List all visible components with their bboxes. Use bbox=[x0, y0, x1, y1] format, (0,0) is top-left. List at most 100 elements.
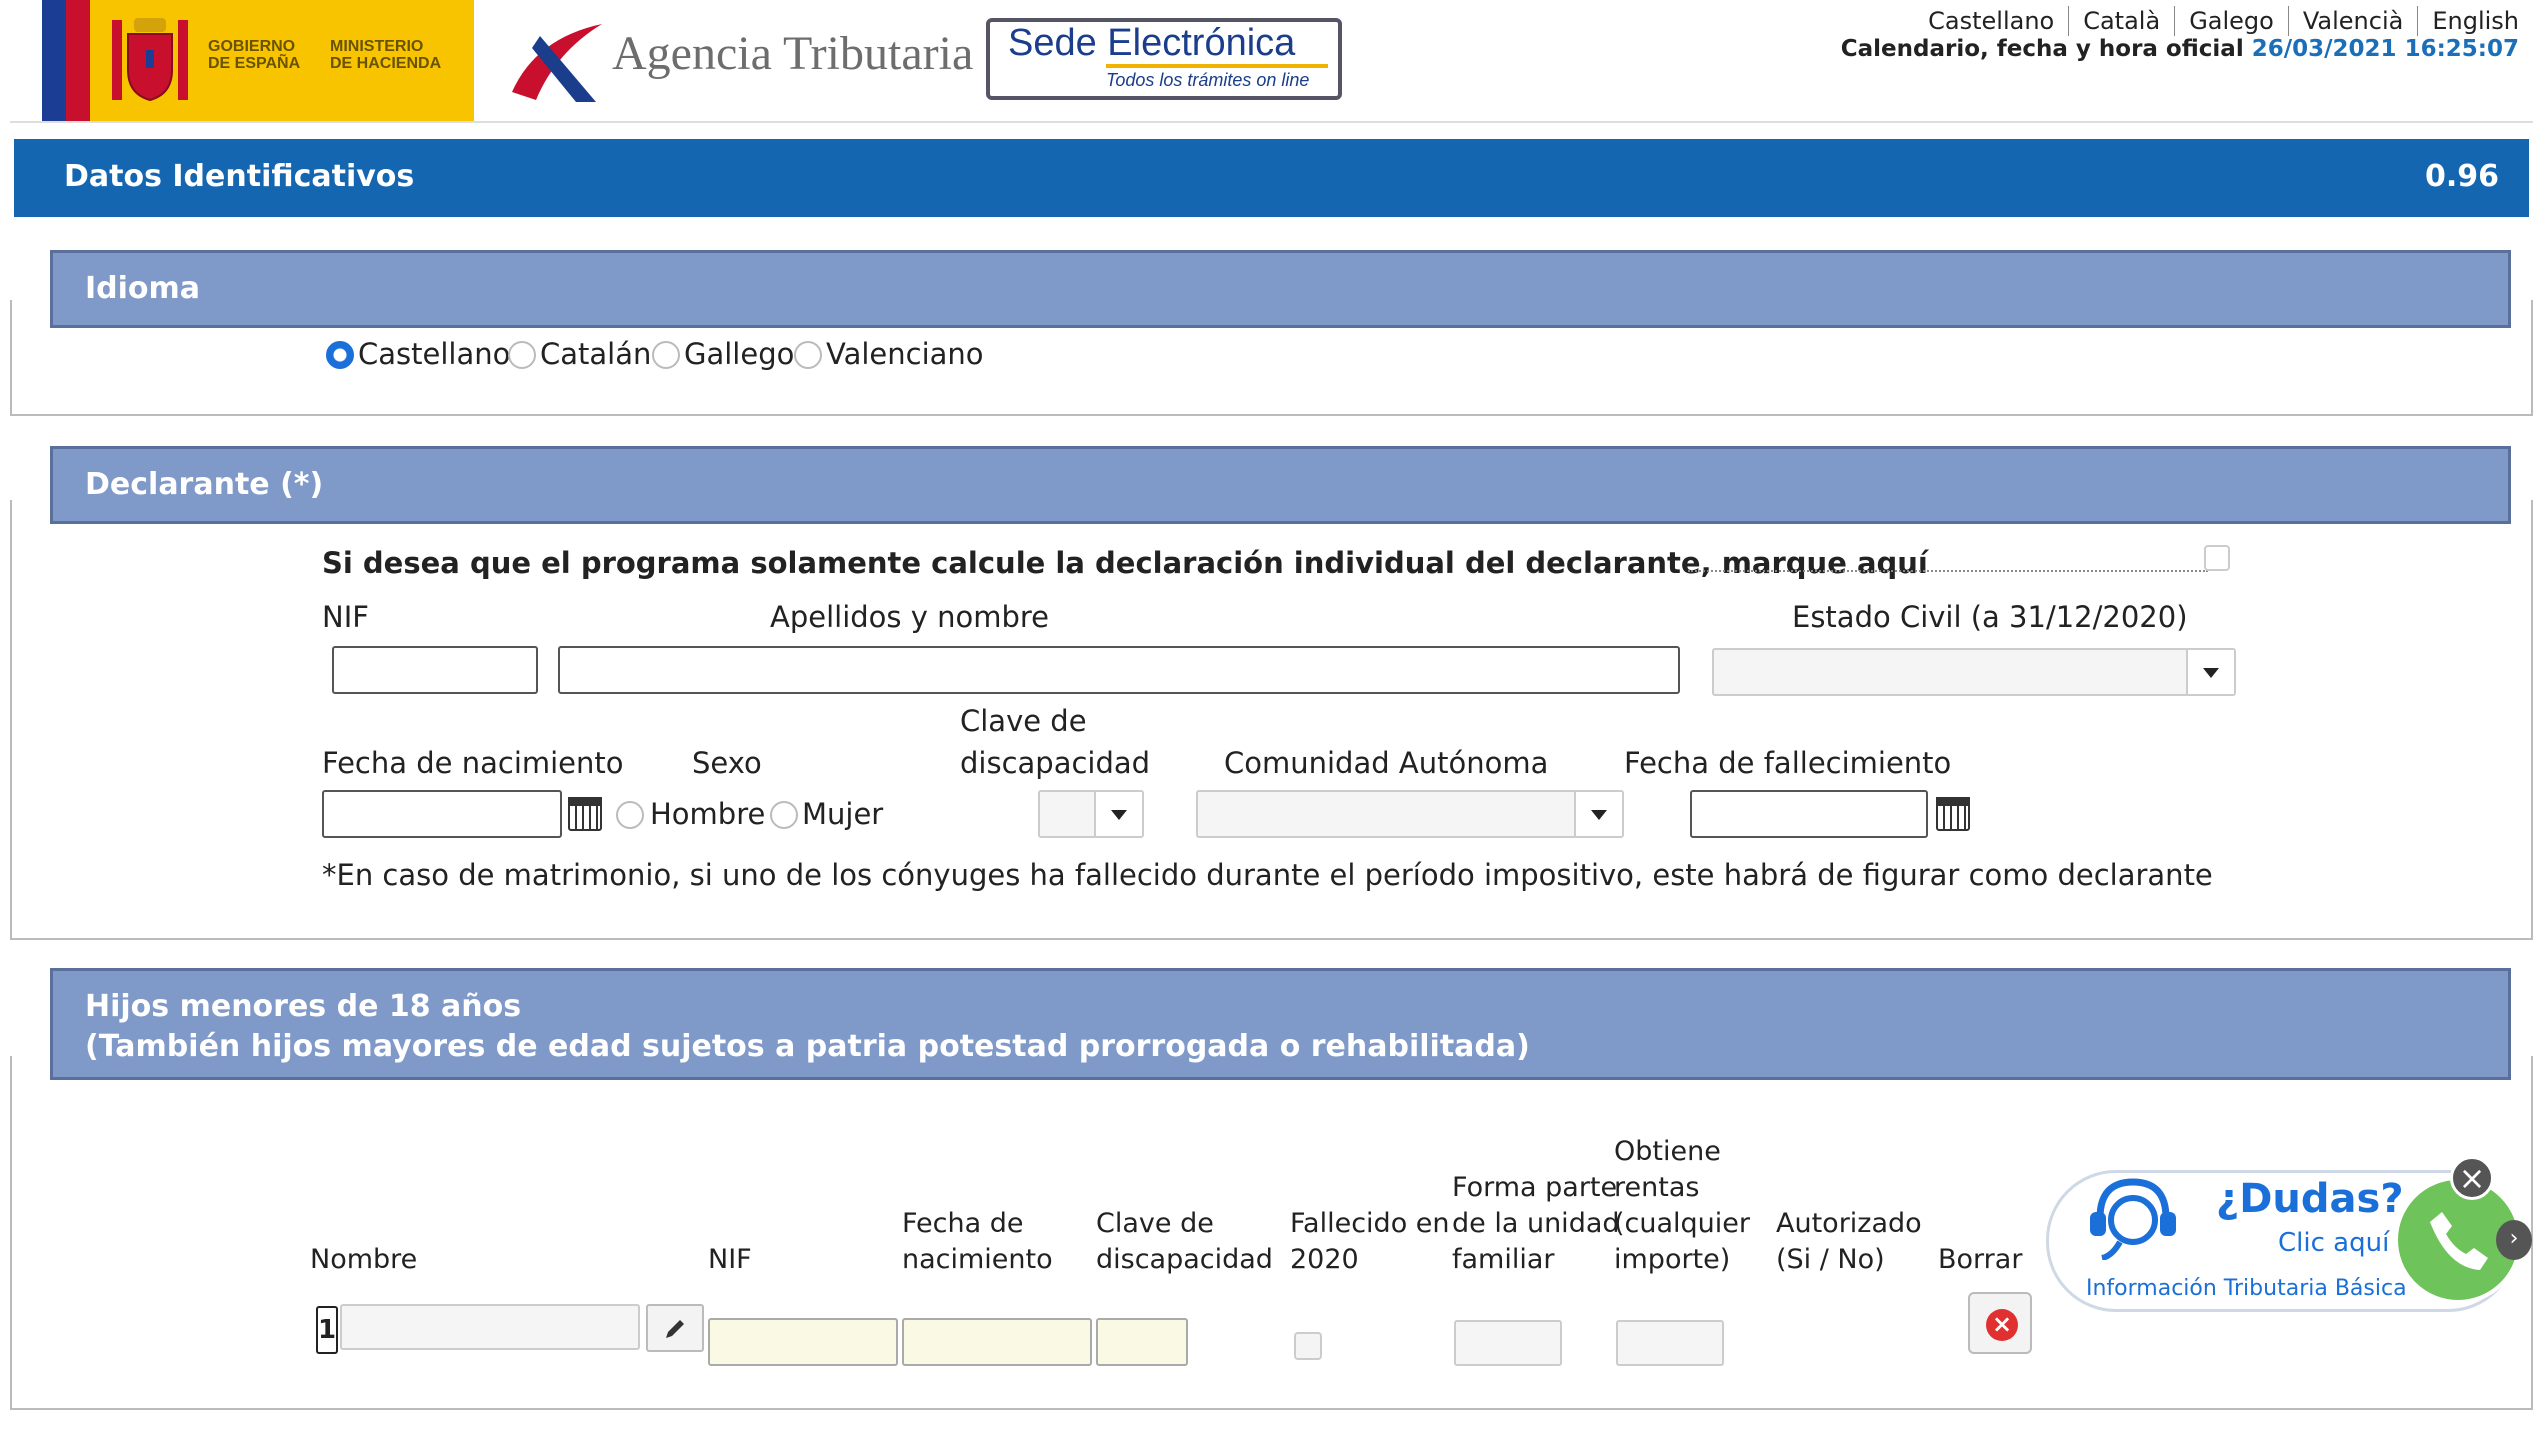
clave-discapacidad-select[interactable] bbox=[1038, 790, 1144, 838]
col-autorizado-1: Autorizado bbox=[1776, 1208, 1922, 1239]
label-mujer: Mujer bbox=[802, 797, 884, 831]
chevron-down-icon[interactable] bbox=[1094, 792, 1142, 836]
lang-english[interactable]: English bbox=[2417, 6, 2519, 36]
col-obtiene-4: importe) bbox=[1614, 1244, 1731, 1275]
estado-civil-select[interactable] bbox=[1712, 648, 2236, 696]
min-line1: MINISTERIO bbox=[330, 38, 424, 55]
gov-line1: GOBIERNO bbox=[208, 38, 296, 55]
hijo-fallecido-checkbox[interactable] bbox=[1294, 1332, 1322, 1360]
col-nombre: Nombre bbox=[310, 1244, 418, 1275]
clave-disc-label-1: Clave de bbox=[960, 704, 1087, 738]
radio-valenciano[interactable] bbox=[794, 341, 822, 369]
estado-civil-label: Estado Civil (a 31/12/2020) bbox=[1792, 600, 2188, 634]
comunidad-label: Comunidad Autónoma bbox=[1224, 746, 1549, 780]
declarante-header: Declarante (*) bbox=[50, 446, 2511, 524]
ministry-text: MINISTERIO DE HACIENDA bbox=[330, 38, 441, 72]
main-title-bar: Datos Identificativos 0.96 bbox=[14, 139, 2529, 217]
dotted-leader bbox=[1688, 570, 2208, 572]
col-forma-1: Forma parte bbox=[1452, 1172, 1618, 1203]
agency-name[interactable]: Agencia Tributaria bbox=[612, 26, 973, 81]
hijos-title-1: Hijos menores de 18 años bbox=[85, 989, 522, 1024]
matrimonio-note: *En caso de matrimonio, si uno de los có… bbox=[322, 858, 2213, 892]
calendar-icon[interactable] bbox=[568, 797, 602, 831]
hijo-clave-input[interactable] bbox=[1096, 1318, 1188, 1366]
col-autorizado-2: (Si / No) bbox=[1776, 1244, 1885, 1275]
radio-hombre[interactable] bbox=[616, 801, 644, 829]
label-catalan: Catalán bbox=[540, 337, 652, 371]
calendar-link[interactable]: Calendario, fecha y hora oficial bbox=[1841, 36, 2244, 62]
nif-input[interactable] bbox=[332, 646, 538, 694]
radio-castellano[interactable] bbox=[326, 341, 354, 369]
language-menu: Castellano Català Galego Valencià Englis… bbox=[1914, 6, 2519, 36]
hijos-title-2: (También hijos mayores de edad sujetos a… bbox=[85, 1029, 1530, 1064]
comunidad-select[interactable] bbox=[1196, 790, 1624, 838]
hijo-nif-input[interactable] bbox=[708, 1318, 898, 1366]
nombre-label: Apellidos y nombre bbox=[770, 600, 1050, 634]
agencia-tributaria-logo-icon[interactable] bbox=[506, 18, 606, 104]
chevron-down-icon[interactable] bbox=[1574, 792, 1622, 836]
idioma-title: Idioma bbox=[85, 271, 201, 306]
hijo-forma-parte-input[interactable] bbox=[1454, 1320, 1562, 1366]
radio-mujer[interactable] bbox=[770, 801, 798, 829]
label-gallego: Gallego bbox=[684, 337, 795, 371]
fecha-nacimiento-input[interactable] bbox=[322, 790, 562, 838]
clave-disc-label-2: discapacidad bbox=[960, 746, 1151, 780]
gov-line2: DE ESPAÑA bbox=[208, 55, 301, 72]
row-number: 1 bbox=[316, 1306, 338, 1354]
sexo-label: Sexo bbox=[692, 746, 762, 780]
col-obtiene-2: rentas bbox=[1614, 1172, 1700, 1203]
radio-gallego[interactable] bbox=[652, 341, 680, 369]
hijo-nombre-input[interactable] bbox=[340, 1304, 640, 1350]
col-obtiene-1: Obtiene bbox=[1614, 1136, 1721, 1167]
col-borrar: Borrar bbox=[1938, 1244, 2023, 1275]
fecha-fall-label: Fecha de fallecimiento bbox=[1624, 746, 1952, 780]
eu-flag bbox=[42, 0, 66, 121]
official-datetime: 26/03/2021 16:25:07 bbox=[2251, 36, 2519, 62]
version-number: 0.96 bbox=[2424, 159, 2499, 194]
chevron-down-icon[interactable] bbox=[2186, 650, 2234, 694]
col-fallecido-1: Fallecido en bbox=[1290, 1208, 1450, 1239]
borrar-button[interactable]: × bbox=[1968, 1292, 2032, 1354]
coat-of-arms-icon bbox=[112, 18, 188, 102]
sede-underline bbox=[1106, 64, 1328, 68]
individual-declaration-label: Si desea que el programa solamente calcu… bbox=[322, 546, 1928, 580]
close-icon[interactable]: × bbox=[2450, 1156, 2494, 1200]
label-castellano: Castellano bbox=[358, 337, 511, 371]
phone-icon bbox=[2430, 1212, 2488, 1270]
fecha-nac-label: Fecha de nacimiento bbox=[322, 746, 624, 780]
nif-label: NIF bbox=[322, 600, 369, 634]
hijos-header: Hijos menores de 18 años (También hijos … bbox=[50, 968, 2511, 1080]
lang-galego[interactable]: Galego bbox=[2174, 6, 2288, 36]
gov-text: GOBIERNO DE ESPAÑA bbox=[208, 38, 300, 72]
col-forma-3: familiar bbox=[1452, 1244, 1555, 1275]
label-valenciano: Valenciano bbox=[826, 337, 984, 371]
lang-catala[interactable]: Català bbox=[2068, 6, 2174, 36]
col-clave-2: discapacidad bbox=[1096, 1244, 1273, 1275]
hijo-fecha-input[interactable] bbox=[902, 1318, 1092, 1366]
col-fecha-1: Fecha de bbox=[902, 1208, 1024, 1239]
sede-subtitle: Todos los trámites on line bbox=[1106, 70, 1310, 90]
delete-icon: × bbox=[1986, 1309, 2018, 1341]
headset-agent-icon bbox=[2090, 1178, 2176, 1260]
sede-title: Sede Electrónica bbox=[1008, 22, 1296, 64]
fecha-fallecimiento-input[interactable] bbox=[1690, 790, 1928, 838]
nombre-input[interactable] bbox=[558, 646, 1680, 694]
official-calendar: Calendario, fecha y hora oficial 26/03/2… bbox=[1841, 36, 2519, 62]
col-nif: NIF bbox=[708, 1244, 752, 1275]
lang-valencia[interactable]: Valencià bbox=[2287, 6, 2417, 36]
dudas-subtitle: Información Tributaria Básica bbox=[2086, 1276, 2407, 1301]
dudas-cta[interactable]: Clic aquí bbox=[2278, 1228, 2389, 1258]
individual-declaration-checkbox[interactable] bbox=[2204, 545, 2230, 571]
col-clave-1: Clave de bbox=[1096, 1208, 1214, 1239]
col-forma-2: de la unidad bbox=[1452, 1208, 1620, 1239]
header-divider bbox=[10, 121, 2533, 123]
hijo-obtiene-rentas-input[interactable] bbox=[1616, 1320, 1724, 1366]
calendar-icon[interactable] bbox=[1936, 797, 1970, 831]
edit-button[interactable] bbox=[646, 1304, 704, 1352]
dudas-title: ¿Dudas? bbox=[2216, 1176, 2404, 1222]
col-fallecido-2: 2020 bbox=[1290, 1244, 1359, 1275]
chevron-right-icon[interactable]: › bbox=[2496, 1220, 2532, 1260]
radio-catalan[interactable] bbox=[508, 341, 536, 369]
col-fecha-2: nacimiento bbox=[902, 1244, 1053, 1275]
lang-castellano[interactable]: Castellano bbox=[1914, 6, 2068, 36]
